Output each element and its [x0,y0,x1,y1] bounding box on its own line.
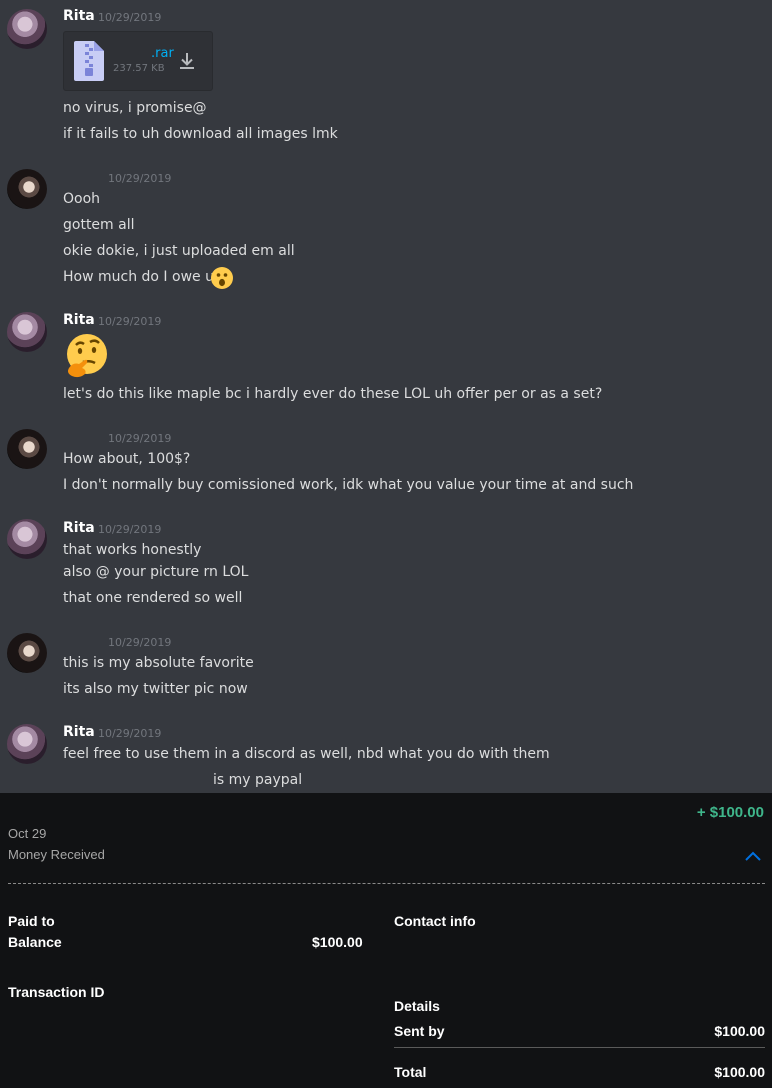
message: that one rendered so well [63,590,243,606]
avatar[interactable] [7,169,47,209]
message: that works honestly [63,542,202,558]
message: gottem all [63,217,135,233]
timestamp: 10/29/2019 [98,315,162,328]
message: no virus, i promise@ [63,100,207,116]
avatar[interactable] [7,633,47,673]
message: feel free to use them in a discord as we… [63,746,550,762]
file-name[interactable]: .rar [151,46,174,61]
message: How much do I owe u [63,269,214,285]
username[interactable]: Rita [63,724,95,740]
timestamp: 10/29/2019 [108,636,172,649]
transaction-date: Oct 29 [8,826,47,841]
avatar[interactable] [7,9,47,49]
avatar[interactable] [7,312,47,352]
chevron-up-icon[interactable] [744,850,762,862]
timestamp: 10/29/2019 [108,172,172,185]
avatar[interactable] [7,724,47,764]
paypal-transaction-panel: + $100.00 Oct 29 Money Received Paid to … [0,793,772,1088]
avatar[interactable] [7,519,47,559]
sent-by-value: $100.00 [714,1023,765,1039]
timestamp: 10/29/2019 [98,523,162,536]
message: Oooh [63,191,101,207]
transaction-status: Money Received [8,847,105,862]
total-label: Total [394,1064,427,1080]
divider [8,883,765,884]
contact-info-label: Contact info [394,913,476,929]
balance-value: $100.00 [312,934,363,950]
avatar[interactable] [7,429,47,469]
total-value: $100.00 [714,1064,765,1080]
details-label: Details [394,998,440,1014]
message: How about, 100$? [63,451,191,467]
download-icon[interactable] [176,50,198,72]
message: if it fails to uh download all images lm… [63,126,338,142]
divider [394,1047,765,1048]
astonished-emoji-icon[interactable] [210,266,234,290]
file-attachment: .rar 237.57 KB [63,31,213,91]
paid-to-label: Paid to [8,913,55,929]
message: I don't normally buy comissioned work, i… [63,477,634,493]
message: this is my absolute favorite [63,655,254,671]
timestamp: 10/29/2019 [108,432,172,445]
thinking-emoji-icon[interactable] [63,332,111,380]
username[interactable]: Rita [63,312,95,328]
balance-label: Balance [8,934,62,950]
file-size: 237.57 KB [113,63,165,74]
username[interactable]: Rita [63,520,95,536]
message: its also my twitter pic now [63,681,248,697]
transaction-id-label: Transaction ID [8,984,105,1000]
message: let's do this like maple bc i hardly eve… [63,386,603,402]
sent-by-label: Sent by [394,1023,445,1039]
timestamp: 10/29/2019 [98,11,162,24]
chat-panel: Rita 10/29/2019 .rar 237.57 KB no virus,… [0,0,772,793]
message: is my paypal [213,772,303,788]
username[interactable]: Rita [63,8,95,24]
message: also @ your picture rn LOL [63,564,249,580]
transaction-amount: + $100.00 [696,804,764,821]
timestamp: 10/29/2019 [98,727,162,740]
message: okie dokie, i just uploaded em all [63,243,295,259]
zip-file-icon [74,41,104,81]
